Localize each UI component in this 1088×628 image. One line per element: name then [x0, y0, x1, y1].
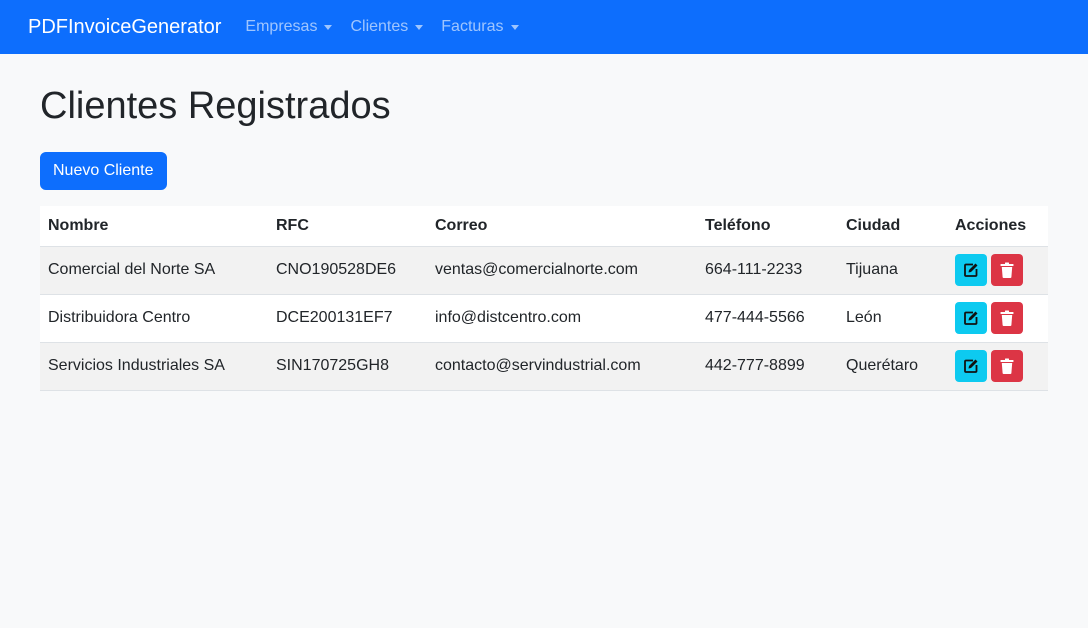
edit-button[interactable]: [955, 350, 987, 382]
cell-telefono: 477-444-5566: [697, 294, 838, 343]
cell-ciudad: Querétaro: [838, 342, 947, 391]
delete-button[interactable]: [991, 350, 1023, 382]
navbar: PDFInvoiceGenerator Empresas Clientes Fa…: [0, 0, 1088, 54]
main-content: Clientes Registrados Nuevo Cliente Nombr…: [0, 84, 1088, 391]
nav-item-label: Empresas: [245, 18, 318, 35]
column-header-rfc: RFC: [268, 206, 427, 247]
cell-rfc: SIN170725GH8: [268, 342, 427, 391]
column-header-nombre: Nombre: [40, 206, 268, 247]
page-title: Clientes Registrados: [40, 85, 391, 127]
cell-nombre: Servicios Industriales SA: [40, 342, 268, 391]
cell-telefono: 442-777-8899: [697, 342, 838, 391]
edit-button[interactable]: [955, 254, 987, 286]
cell-ciudad: León: [838, 294, 947, 343]
cell-ciudad: Tijuana: [838, 246, 947, 295]
cell-acciones: [947, 246, 1048, 295]
nav-item-facturas[interactable]: Facturas: [441, 18, 519, 36]
column-header-telefono: Teléfono: [697, 206, 838, 247]
edit-button[interactable]: [955, 302, 987, 334]
nav-item-label: Facturas: [441, 18, 504, 35]
delete-button[interactable]: [991, 302, 1023, 334]
cell-correo: contacto@servindustrial.com: [427, 342, 697, 391]
chevron-down-icon: [510, 24, 519, 30]
nav-item-clientes[interactable]: Clientes: [350, 18, 424, 36]
edit-icon: [964, 359, 978, 373]
edit-icon: [964, 263, 978, 277]
cell-nombre: Comercial del Norte SA: [40, 246, 268, 295]
cell-acciones: [947, 294, 1048, 343]
nav-item-empresas[interactable]: Empresas: [245, 18, 333, 36]
cell-telefono: 664-111-2233: [697, 246, 838, 295]
clients-table: Nombre RFC Correo Teléfono Ciudad Accion…: [40, 206, 1048, 391]
column-header-acciones: Acciones: [947, 206, 1048, 247]
table-row: Comercial del Norte SA CNO190528DE6 vent…: [40, 246, 1048, 295]
trash-icon: [1000, 262, 1014, 278]
table-header-row: Nombre RFC Correo Teléfono Ciudad Accion…: [40, 206, 1048, 247]
table-row: Servicios Industriales SA SIN170725GH8 c…: [40, 342, 1048, 391]
cell-rfc: CNO190528DE6: [268, 246, 427, 295]
trash-icon: [1000, 358, 1014, 374]
cell-nombre: Distribuidora Centro: [40, 294, 268, 343]
trash-icon: [1000, 310, 1014, 326]
cell-correo: ventas@comercialnorte.com: [427, 246, 697, 295]
table-row: Distribuidora Centro DCE200131EF7 info@d…: [40, 294, 1048, 343]
new-client-button[interactable]: Nuevo Cliente: [40, 152, 167, 190]
column-header-correo: Correo: [427, 206, 697, 247]
cell-rfc: DCE200131EF7: [268, 294, 427, 343]
cell-correo: info@distcentro.com: [427, 294, 697, 343]
column-header-ciudad: Ciudad: [838, 206, 947, 247]
delete-button[interactable]: [991, 254, 1023, 286]
nav-item-label: Clientes: [350, 18, 409, 35]
edit-icon: [964, 311, 978, 325]
cell-acciones: [947, 342, 1048, 391]
chevron-down-icon: [415, 24, 424, 30]
navbar-brand[interactable]: PDFInvoiceGenerator: [28, 16, 221, 39]
chevron-down-icon: [324, 24, 333, 30]
